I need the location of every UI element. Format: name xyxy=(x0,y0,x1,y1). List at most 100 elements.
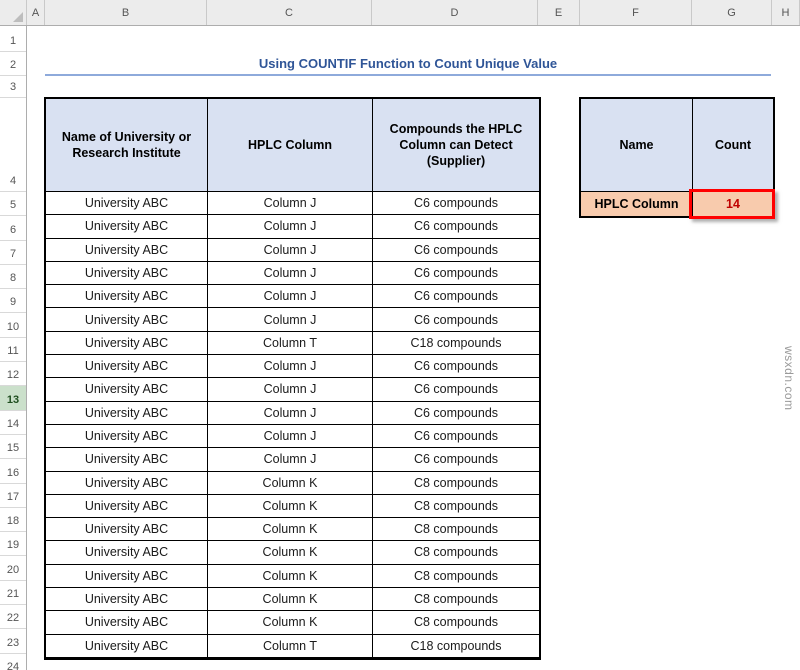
cell-university[interactable]: University ABC xyxy=(46,495,208,517)
row-header-6[interactable]: 6 xyxy=(0,216,26,240)
cell-column[interactable]: Column J xyxy=(208,378,373,400)
row-header-7[interactable]: 7 xyxy=(0,241,26,265)
cell-column[interactable]: Column J xyxy=(208,425,373,447)
column-header-c[interactable]: C xyxy=(207,0,372,25)
result-header-name[interactable]: Name xyxy=(581,99,693,191)
cell-column[interactable]: Column J xyxy=(208,355,373,377)
cell-compound[interactable]: C6 compounds xyxy=(373,448,539,470)
row-header-17[interactable]: 17 xyxy=(0,484,26,508)
cell-university[interactable]: University ABC xyxy=(46,355,208,377)
cell-column[interactable]: Column J xyxy=(208,192,373,214)
cell-university[interactable]: University ABC xyxy=(46,425,208,447)
row-header-10[interactable]: 10 xyxy=(0,313,26,337)
row-header-2[interactable]: 2 xyxy=(0,52,26,76)
column-header-h[interactable]: H xyxy=(772,0,800,25)
row-header-5[interactable]: 5 xyxy=(0,192,26,216)
cell-column[interactable]: Column J xyxy=(208,215,373,237)
cell-column[interactable]: Column T xyxy=(208,635,373,657)
cell-compound[interactable]: C6 compounds xyxy=(373,355,539,377)
cell-university[interactable]: University ABC xyxy=(46,378,208,400)
cell-column[interactable]: Column K xyxy=(208,611,373,633)
header-cell-hplc-column[interactable]: HPLC Column xyxy=(208,99,373,191)
cell-compound[interactable]: C18 compounds xyxy=(373,635,539,657)
cell-compound[interactable]: C6 compounds xyxy=(373,308,539,330)
cell-compound[interactable]: C8 compounds xyxy=(373,565,539,587)
cell-university[interactable]: University ABC xyxy=(46,541,208,563)
cell-compound[interactable]: C6 compounds xyxy=(373,239,539,261)
cell-university[interactable]: University ABC xyxy=(46,332,208,354)
column-header-b[interactable]: B xyxy=(45,0,207,25)
cell-compound[interactable]: C8 compounds xyxy=(373,495,539,517)
cell-university[interactable]: University ABC xyxy=(46,635,208,657)
cell-compound[interactable]: C6 compounds xyxy=(373,262,539,284)
header-cell-university[interactable]: Name of University or Research Institute xyxy=(46,99,208,191)
cell-university[interactable]: University ABC xyxy=(46,262,208,284)
cell-university[interactable]: University ABC xyxy=(46,588,208,610)
row-header-13-active[interactable]: 13 xyxy=(0,386,26,410)
cell-university[interactable]: University ABC xyxy=(46,239,208,261)
select-all-corner[interactable] xyxy=(0,0,27,25)
cell-column[interactable]: Column K xyxy=(208,518,373,540)
sheet-title-cell[interactable]: Using COUNTIF Function to Count Unique V… xyxy=(45,52,771,76)
row-header-23[interactable]: 23 xyxy=(0,629,26,653)
cell-compound[interactable]: C8 compounds xyxy=(373,541,539,563)
row-header-14[interactable]: 14 xyxy=(0,411,26,435)
cell-compound[interactable]: C8 compounds xyxy=(373,611,539,633)
cell-university[interactable]: University ABC xyxy=(46,472,208,494)
cell-column[interactable]: Column K xyxy=(208,541,373,563)
cell-compound[interactable]: C6 compounds xyxy=(373,215,539,237)
cell-column[interactable]: Column J xyxy=(208,262,373,284)
cell-column[interactable]: Column K xyxy=(208,565,373,587)
cell-compound[interactable]: C6 compounds xyxy=(373,425,539,447)
column-header-a[interactable]: A xyxy=(27,0,45,25)
row-header-3[interactable]: 3 xyxy=(0,76,26,98)
cell-university[interactable]: University ABC xyxy=(46,402,208,424)
cell-university[interactable]: University ABC xyxy=(46,448,208,470)
row-header-4[interactable]: 4 xyxy=(0,98,26,192)
cell-column[interactable]: Column K xyxy=(208,472,373,494)
row-header-18[interactable]: 18 xyxy=(0,508,26,532)
cell-university[interactable]: University ABC xyxy=(46,308,208,330)
column-header-d[interactable]: D xyxy=(372,0,538,25)
row-header-16[interactable]: 16 xyxy=(0,459,26,483)
cell-column[interactable]: Column T xyxy=(208,332,373,354)
cell-compound[interactable]: C6 compounds xyxy=(373,192,539,214)
cell-compound[interactable]: C6 compounds xyxy=(373,378,539,400)
cell-compound[interactable]: C6 compounds xyxy=(373,402,539,424)
row-header-22[interactable]: 22 xyxy=(0,605,26,629)
cell-compound[interactable]: C18 compounds xyxy=(373,332,539,354)
row-header-20[interactable]: 20 xyxy=(0,556,26,580)
column-header-f[interactable]: F xyxy=(580,0,692,25)
cell-compound[interactable]: C6 compounds xyxy=(373,285,539,307)
cell-compound[interactable]: C8 compounds xyxy=(373,588,539,610)
row-header-1[interactable]: 1 xyxy=(0,26,26,52)
cell-university[interactable]: University ABC xyxy=(46,611,208,633)
row-header-12[interactable]: 12 xyxy=(0,362,26,386)
cell-university[interactable]: University ABC xyxy=(46,285,208,307)
row-header-11[interactable]: 11 xyxy=(0,338,26,362)
cell-university[interactable]: University ABC xyxy=(46,192,208,214)
cell-university[interactable]: University ABC xyxy=(46,215,208,237)
row-header-8[interactable]: 8 xyxy=(0,265,26,289)
cell-university[interactable]: University ABC xyxy=(46,518,208,540)
cell-column[interactable]: Column K xyxy=(208,495,373,517)
row-header-24[interactable]: 24 xyxy=(0,654,26,670)
cell-compound[interactable]: C8 compounds xyxy=(373,518,539,540)
row-header-19[interactable]: 19 xyxy=(0,532,26,556)
cell-column[interactable]: Column J xyxy=(208,448,373,470)
column-header-e[interactable]: E xyxy=(538,0,580,25)
row-header-9[interactable]: 9 xyxy=(0,289,26,313)
row-header-21[interactable]: 21 xyxy=(0,581,26,605)
result-header-count[interactable]: Count xyxy=(693,99,773,191)
cell-compound[interactable]: C8 compounds xyxy=(373,472,539,494)
cell-column[interactable]: Column J xyxy=(208,308,373,330)
header-cell-compounds[interactable]: Compounds the HPLC Column can Detect (Su… xyxy=(373,99,539,191)
result-name-cell[interactable]: HPLC Column xyxy=(581,192,693,216)
column-header-g[interactable]: G xyxy=(692,0,772,25)
cell-column[interactable]: Column J xyxy=(208,285,373,307)
cell-column[interactable]: Column J xyxy=(208,402,373,424)
cell-column[interactable]: Column K xyxy=(208,588,373,610)
cell-column[interactable]: Column J xyxy=(208,239,373,261)
result-count-cell[interactable]: 14 xyxy=(693,192,773,216)
row-header-15[interactable]: 15 xyxy=(0,435,26,459)
